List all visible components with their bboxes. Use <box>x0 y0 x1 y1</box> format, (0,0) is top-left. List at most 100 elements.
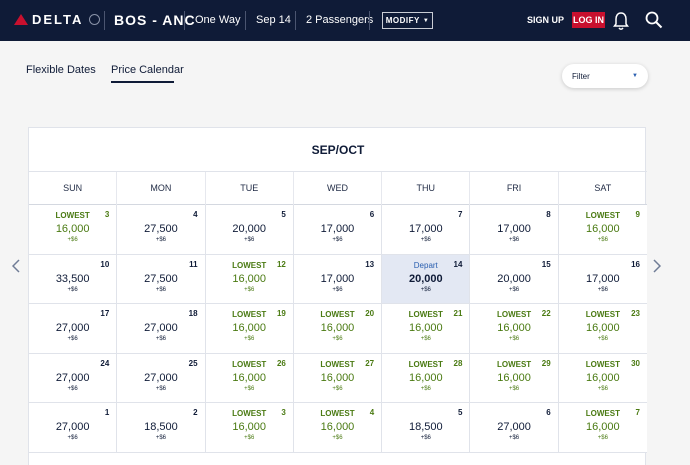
logo-text: DELTA <box>32 12 84 27</box>
fee-amount: +$6 <box>597 435 608 442</box>
fee-amount: +$6 <box>244 435 255 442</box>
day-number: 10 <box>100 259 110 269</box>
calendar-day[interactable]: LOWEST 19 16,000 +$6 <box>205 304 294 354</box>
miles-price: 16,000 <box>320 322 355 335</box>
fee-amount: +$6 <box>508 237 520 243</box>
fee-amount: +$6 <box>244 336 255 343</box>
calendar-day[interactable]: LOWEST 28 16,000 +$6 <box>382 353 471 404</box>
fee-amount: +$6 <box>67 237 78 243</box>
calendar-day[interactable]: 24 27,000 +$6 <box>29 353 118 404</box>
miles-price: 20,000 <box>232 223 267 235</box>
calendar-day[interactable]: LOWEST 3 16,000 +$6 <box>29 205 118 255</box>
calendar-day[interactable]: 17 27,000 +$6 <box>29 304 118 354</box>
filter-dropdown[interactable]: Filter ▼ <box>562 64 648 88</box>
miles-price: 16,000 <box>586 421 620 434</box>
modify-button[interactable]: MODIFY ▼ <box>382 12 433 29</box>
tab-price-calendar[interactable]: Price Calendar <box>111 64 184 76</box>
calendar-day[interactable]: 4 27,500 +$6 <box>117 205 206 255</box>
miles-price: 16,000 <box>232 371 267 384</box>
day-number: 15 <box>541 259 551 269</box>
weekday-label: TUE <box>206 172 294 205</box>
day-number: 4 <box>369 408 375 418</box>
calendar-day[interactable]: LOWEST 30 16,000 +$6 <box>558 353 647 404</box>
tab-flexible-dates[interactable]: Flexible Dates <box>26 64 96 76</box>
calendar-day[interactable]: LOWEST 12 16,000 +$6 <box>205 254 294 305</box>
day-number: 7 <box>635 408 640 418</box>
active-tab-indicator <box>111 81 174 83</box>
bell-icon[interactable] <box>613 11 629 31</box>
calendar-day[interactable]: 5 18,500 +$6 <box>382 403 471 453</box>
fee-amount: +$6 <box>597 237 608 243</box>
calendar-day[interactable]: 6 17,000 +$6 <box>293 205 383 255</box>
fee-amount: +$6 <box>597 286 608 293</box>
day-number: 18 <box>188 309 198 319</box>
fee-amount: +$6 <box>67 385 78 392</box>
miles-price: 16,000 <box>320 371 355 384</box>
day-number: 5 <box>281 210 286 219</box>
day-number: 14 <box>453 259 463 269</box>
calendar-day-selected[interactable]: Depart 14 20,000 +$6 <box>382 254 471 305</box>
calendar-day[interactable]: LOWEST 9 16,000 +$6 <box>558 205 647 255</box>
delta-logo[interactable]: DELTA <box>14 12 101 27</box>
fee-amount: +$6 <box>420 435 431 442</box>
miles-price: 17,000 <box>408 223 443 235</box>
miles-price: 16,000 <box>320 421 355 434</box>
fee-amount: +$6 <box>155 385 167 392</box>
calendar-day[interactable]: LOWEST 26 16,000 +$6 <box>205 353 294 404</box>
calendar-day[interactable]: 6 27,000 +$6 <box>470 403 559 453</box>
calendar-day[interactable]: LOWEST 21 16,000 +$6 <box>382 304 471 354</box>
fee-amount: +$6 <box>508 336 520 343</box>
weekday-header: SUN MON TUE WED THU FRI SAT <box>29 172 647 205</box>
globe-icon <box>89 14 101 25</box>
miles-price: 17,000 <box>320 272 355 285</box>
calendar-day[interactable]: 15 20,000 +$6 <box>470 254 559 305</box>
chevron-left-icon[interactable] <box>12 259 20 273</box>
day-number: 22 <box>541 309 551 319</box>
lowest-label: LOWEST <box>585 211 620 220</box>
miles-price: 16,000 <box>232 322 267 335</box>
sign-up-link[interactable]: SIGN UP <box>527 15 564 25</box>
calendar-day[interactable]: 8 17,000 +$6 <box>470 205 559 255</box>
fee-amount: +$6 <box>508 286 520 293</box>
calendar-day[interactable]: 16 17,000 +$6 <box>558 254 647 305</box>
day-number: 24 <box>100 358 110 368</box>
day-number: 5 <box>457 408 463 418</box>
trip-date: Sep 14 <box>256 14 291 26</box>
fee-amount: +$6 <box>244 237 255 243</box>
calendar-day[interactable]: 25 27,000 +$6 <box>117 353 206 404</box>
fee-amount: +$6 <box>420 286 431 293</box>
calendar-day[interactable]: 18 27,000 +$6 <box>117 304 206 354</box>
calendar-day[interactable]: LOWEST 23 16,000 +$6 <box>558 304 647 354</box>
chevron-right-icon[interactable] <box>653 259 661 273</box>
calendar-day[interactable]: 1 27,000 +$6 <box>29 403 118 453</box>
miles-price: 27,000 <box>144 322 178 335</box>
miles-price: 17,000 <box>586 272 620 285</box>
fee-amount: +$6 <box>244 385 255 392</box>
divider <box>369 11 370 30</box>
miles-price: 16,000 <box>586 223 620 235</box>
calendar-day[interactable]: LOWEST 4 16,000 +$6 <box>293 403 383 453</box>
search-icon[interactable] <box>645 11 663 29</box>
fee-amount: +$6 <box>332 385 343 392</box>
calendar-day[interactable]: LOWEST 29 16,000 +$6 <box>470 353 559 404</box>
day-number: 23 <box>631 309 640 319</box>
calendar-day[interactable]: 7 17,000 +$6 <box>382 205 471 255</box>
calendar-day[interactable]: 2 18,500 +$6 <box>117 403 206 453</box>
calendar-day[interactable]: LOWEST 20 16,000 +$6 <box>293 304 383 354</box>
trip-type: One Way <box>195 14 241 26</box>
calendar-day[interactable]: LOWEST 22 16,000 +$6 <box>470 304 559 354</box>
calendar-day[interactable]: LOWEST 27 16,000 +$6 <box>293 353 383 404</box>
calendar-day[interactable]: 13 17,000 +$6 <box>293 254 383 305</box>
calendar-day[interactable]: LOWEST 3 16,000 +$6 <box>205 403 294 453</box>
day-number: 19 <box>276 309 286 319</box>
calendar-day[interactable]: 5 20,000 +$6 <box>205 205 294 255</box>
fee-amount: +$6 <box>508 435 520 442</box>
miles-price: 17,000 <box>497 223 531 235</box>
log-in-button[interactable]: LOG IN <box>572 12 605 28</box>
miles-price: 16,000 <box>232 272 267 285</box>
fee-amount: +$6 <box>508 385 520 392</box>
calendar-day[interactable]: 10 33,500 +$6 <box>29 254 118 305</box>
calendar-day[interactable]: LOWEST 7 16,000 +$6 <box>558 403 647 453</box>
day-number: 12 <box>276 259 286 269</box>
calendar-day[interactable]: 11 27,500 +$6 <box>117 254 206 305</box>
